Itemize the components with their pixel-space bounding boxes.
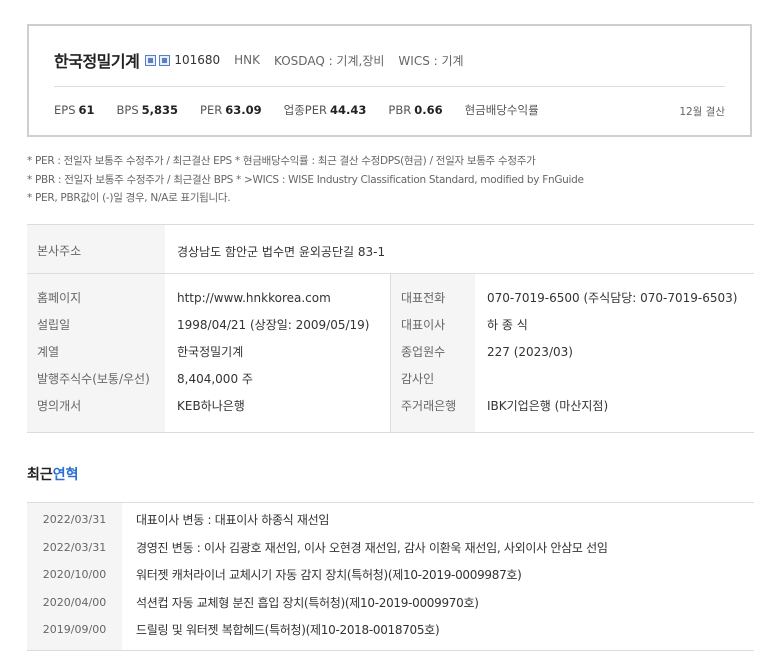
history-date: 2019/09/00 [42,623,107,636]
history-event: 대표이사 변동 : 대표이사 하종식 재선임 [136,513,330,527]
history-dates: 2022/03/31 2022/03/31 2020/10/00 2020/04… [27,503,122,650]
wics-sector: WICS : 기계 [398,53,464,68]
metric-dividend-yield: 현금배당수익률 [464,103,539,117]
address-label: 본사주소 [27,225,165,273]
label-auditor: 감사인 [401,372,435,386]
company-info-table: 본사주소 경상남도 함안군 법수면 윤외공단길 83-1 홈페이지 설립일 계열… [27,224,754,433]
main-bank-value: IBK기업은행 (마산지점) [487,399,609,413]
label-transfer-agent: 명의개서 [37,399,82,413]
transfer-agent-value: KEB하나은행 [177,399,245,413]
info-right-column: 대표전화 대표이사 종업원수 감사인 주거래은행 070-7019-6500 (… [391,274,754,432]
history-event: 드릴링 및 워터젯 복합헤드(특허청)(제10-2018-0018705호) [136,623,440,637]
history-date: 2022/03/31 [42,513,107,526]
founded-value: 1998/04/21 (상장일: 2009/05/19) [177,318,370,332]
history-title: 최근연혁 [27,467,79,483]
history-date: 2020/10/00 [42,568,107,581]
summary-divider [54,86,725,87]
homepage-link[interactable]: http://www.hnkkorea.com [177,288,369,315]
ceo-value: 하 종 식 [487,318,528,332]
address-value: 경상남도 함안군 법수면 윤외공단길 83-1 [177,245,386,259]
history-table: 2022/03/31 2022/03/31 2020/10/00 2020/04… [27,502,754,651]
metric-eps: EPS 61 [54,103,95,117]
company-summary-box: 한국정밀기계 101680 HNK KOSDAQ : 기계,장비 WICS : … [27,24,752,137]
metric-industry-per: 업종PER 44.43 [283,103,367,117]
employees-value: 227 (2023/03) [487,345,573,359]
footnote-pbr: * PBR : 전일자 보통주 수정주가 / 최근결산 BPS * >WICS … [27,173,584,186]
footnote-per: * PER : 전일자 보통주 수정주가 / 최근결산 EPS * 현금배당수익… [27,155,536,167]
history-date: 2022/03/31 [42,540,107,554]
company-name: 한국정밀기계 [54,52,140,71]
copy-icon[interactable] [159,54,171,66]
metrics-row: EPS 61 BPS 5,835 PER 63.09 업종PER 44.43 PBR 0.… [54,102,561,118]
label-founded: 설립일 [37,318,71,332]
label-phone: 대표전화 [401,291,446,305]
page-icon[interactable] [145,54,157,66]
label-group: 계열 [37,345,60,359]
shares-value: 8,404,000 주 [177,372,253,386]
info-grid: 홈페이지 설립일 계열 발행주식수(보통/우선) 명의개서 http://www… [27,274,754,433]
label-main-bank: 주거래은행 [401,399,457,413]
settlement-month: 12월 결산 [679,106,725,118]
metric-bps: BPS 5,835 [116,103,179,117]
label-shares: 발행주식수(보통/우선) [37,372,150,386]
history-event: 워터젯 캐처라이너 교체시기 자동 감지 장치(특허청)(제10-2019-00… [136,568,522,582]
market-sector: KOSDAQ : 기계,장비 [274,53,385,68]
history-title-accent: 연혁 [52,467,79,483]
label-ceo: 대표이사 [401,318,446,332]
english-abbr: HNK [234,53,261,67]
stock-code: 101680 [174,53,221,67]
group-value: 한국정밀기계 [177,345,244,359]
auditor-value [487,369,737,396]
label-homepage: 홈페이지 [37,291,82,305]
footnotes: * PER : 전일자 보통주 수정주가 / 최근결산 EPS * 현금배당수익… [27,152,584,208]
company-title-row: 한국정밀기계 101680 HNK KOSDAQ : 기계,장비 WICS : … [54,50,464,71]
history-date: 2020/04/00 [42,595,107,609]
phone-value: 070-7019-6500 (주식담당: 070-7019-6503) [487,291,738,305]
history-event: 석션컵 자동 교체형 분진 흡입 장치(특허청)(제10-2019-000997… [136,595,479,610]
footnote-na: * PER, PBR값이 (-)일 경우, N/A로 표기됩니다. [27,192,231,204]
address-row: 본사주소 경상남도 함안군 법수면 윤외공단길 83-1 [27,225,754,274]
metric-per: PER 63.09 [200,103,262,117]
history-event: 경영진 변동 : 이사 김광호 재선임, 이사 오현경 재선임, 감사 이환욱 … [136,540,608,555]
info-left-column: 홈페이지 설립일 계열 발행주식수(보통/우선) 명의개서 http://www… [27,274,391,432]
history-events: 대표이사 변동 : 대표이사 하종식 재선임 경영진 변동 : 이사 김광호 재… [122,503,754,650]
metric-pbr: PBR 0.66 [388,103,443,117]
label-employees: 종업원수 [401,345,446,359]
